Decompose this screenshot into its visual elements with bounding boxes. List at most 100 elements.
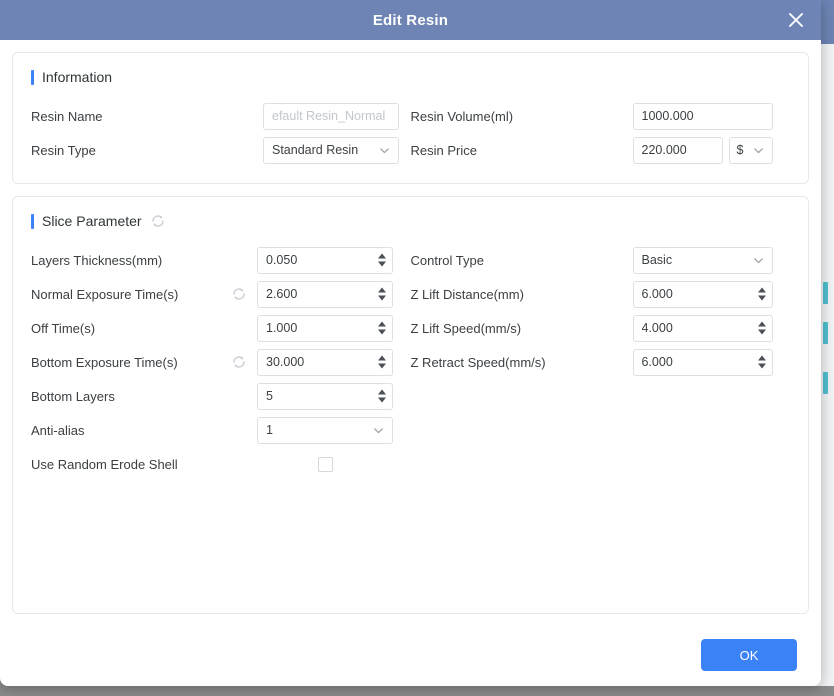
dialog-footer: OK (0, 624, 821, 686)
field-resin-volume: Resin Volume(ml) 1000.000 (411, 99, 791, 133)
background-bottom-strip (0, 686, 834, 696)
bottom-layers-label: Bottom Layers (31, 388, 115, 404)
stepper-up-icon[interactable] (757, 355, 766, 361)
dialog-title: Edit Resin (372, 11, 449, 29)
information-heading-label: Information (42, 69, 113, 85)
ok-button[interactable]: OK (701, 639, 797, 671)
currency-select[interactable]: $ (728, 136, 773, 164)
dialog-titlebar: Edit Resin (0, 0, 821, 40)
off-time-input[interactable]: 1.000 (257, 314, 393, 342)
stepper-up-icon[interactable] (757, 287, 766, 293)
z-retract-speed-value: 6.000 (641, 355, 673, 369)
resin-price-label: Resin Price (410, 142, 477, 158)
stepper-arrows[interactable] (757, 355, 766, 369)
information-section: Information Resin Name efault Resin_Norm… (12, 52, 809, 184)
stepper-arrows[interactable] (757, 287, 766, 301)
slice-parameter-heading: Slice Parameter (31, 213, 790, 229)
off-time-value: 1.000 (266, 321, 298, 335)
resin-price-input[interactable]: 220.000 (632, 136, 723, 164)
z-lift-distance-input[interactable]: 6.000 (632, 280, 773, 308)
z-retract-speed-input[interactable]: 6.000 (632, 348, 773, 376)
bottom-exposure-time-label: Bottom Exposure Time(s) (31, 354, 178, 370)
bottom-exposure-time-input[interactable]: 30.000 (257, 348, 393, 376)
field-normal-exposure-time: Normal Exposure Time(s) 2.600 (31, 277, 411, 311)
stepper-down-icon[interactable] (378, 397, 386, 403)
reset-icon[interactable] (150, 213, 166, 229)
stepper-down-icon[interactable] (757, 329, 766, 335)
stepper-up-icon[interactable] (757, 321, 766, 327)
stepper-down-icon[interactable] (757, 363, 766, 369)
bottom-layers-input[interactable]: 5 (257, 382, 393, 410)
field-empty (411, 447, 791, 481)
close-icon[interactable] (781, 5, 811, 35)
layers-thickness-label: Layers Thickness(mm) (31, 252, 163, 268)
background-accent-marker (823, 322, 828, 344)
anti-alias-label: Anti-alias (31, 422, 85, 438)
resin-name-label: Resin Name (31, 108, 103, 124)
z-lift-speed-label: Z Lift Speed(mm/s) (410, 320, 522, 336)
stepper-up-icon[interactable] (378, 355, 386, 361)
field-bottom-layers: Bottom Layers 5 (31, 379, 411, 413)
stepper-up-icon[interactable] (378, 287, 386, 293)
reset-icon[interactable] (231, 286, 247, 302)
stepper-arrows[interactable] (378, 355, 386, 369)
resin-volume-label: Resin Volume(ml) (410, 108, 514, 124)
field-use-random-erode-shell: Use Random Erode Shell (31, 447, 411, 481)
control-type-label: Control Type (410, 252, 484, 268)
field-empty (411, 379, 791, 413)
reset-slot (231, 286, 257, 302)
information-heading: Information (31, 69, 790, 85)
field-z-lift-distance: Z Lift Distance(mm) 6.000 (411, 277, 791, 311)
stepper-up-icon[interactable] (378, 389, 386, 395)
z-lift-speed-input[interactable]: 4.000 (632, 314, 773, 342)
reset-slot (231, 354, 257, 370)
layers-thickness-input[interactable]: 0.050 (257, 246, 393, 274)
chevron-down-icon (753, 145, 764, 156)
stepper-arrows[interactable] (757, 321, 766, 335)
stepper-arrows[interactable] (378, 253, 386, 267)
field-bottom-exposure-time: Bottom Exposure Time(s) 30.000 (31, 345, 411, 379)
resin-volume-input[interactable]: 1000.000 (632, 102, 773, 130)
z-lift-distance-value: 6.000 (641, 287, 673, 301)
resin-type-value: Standard Resin (272, 143, 359, 157)
section-accent-bar (31, 213, 34, 229)
slice-parameter-grid: Layers Thickness(mm) 0.050 Control Type … (31, 243, 790, 481)
edit-resin-dialog: Edit Resin Information Resin Name efault… (0, 0, 821, 686)
resin-name-placeholder: efault Resin_Normal (272, 109, 386, 123)
normal-exposure-time-label: Normal Exposure Time(s) (31, 286, 179, 302)
currency-value: $ (736, 143, 744, 157)
use-random-erode-shell-checkbox[interactable] (317, 456, 333, 472)
stepper-arrows[interactable] (378, 321, 386, 335)
stepper-down-icon[interactable] (378, 261, 386, 267)
field-resin-name: Resin Name efault Resin_Normal (31, 99, 411, 133)
control-type-select[interactable]: Basic (632, 246, 773, 274)
section-accent-bar (31, 69, 34, 85)
chevron-down-icon (379, 145, 390, 156)
anti-alias-value: 1 (266, 423, 273, 437)
reset-icon[interactable] (231, 354, 247, 370)
stepper-up-icon[interactable] (378, 321, 386, 327)
stepper-arrows[interactable] (378, 287, 386, 301)
bottom-exposure-time-value: 30.000 (266, 355, 305, 369)
off-time-label: Off Time(s) (31, 320, 96, 336)
chevron-down-icon (373, 425, 384, 436)
information-fields-grid: Resin Name efault Resin_Normal Resin Vol… (31, 99, 790, 167)
stepper-down-icon[interactable] (378, 329, 386, 335)
resin-type-select[interactable]: Standard Resin (263, 136, 399, 164)
stepper-up-icon[interactable] (378, 253, 386, 259)
stepper-down-icon[interactable] (378, 363, 386, 369)
field-empty (411, 413, 791, 447)
stepper-down-icon[interactable] (757, 295, 766, 301)
field-z-retract-speed: Z Retract Speed(mm/s) 6.000 (411, 345, 791, 379)
normal-exposure-time-input[interactable]: 2.600 (257, 280, 393, 308)
z-lift-speed-value: 4.000 (641, 321, 673, 335)
resin-name-input[interactable]: efault Resin_Normal (263, 102, 399, 130)
stepper-down-icon[interactable] (378, 295, 386, 301)
chevron-down-icon (753, 255, 764, 266)
z-lift-distance-label: Z Lift Distance(mm) (410, 286, 524, 302)
field-resin-price: Resin Price 220.000 $ (411, 133, 791, 167)
stepper-arrows[interactable] (378, 389, 386, 403)
resin-volume-value: 1000.000 (641, 109, 694, 123)
anti-alias-select[interactable]: 1 (257, 416, 393, 444)
slice-parameter-section: Slice Parameter Layers Thickness(mm) 0.0… (12, 196, 809, 614)
